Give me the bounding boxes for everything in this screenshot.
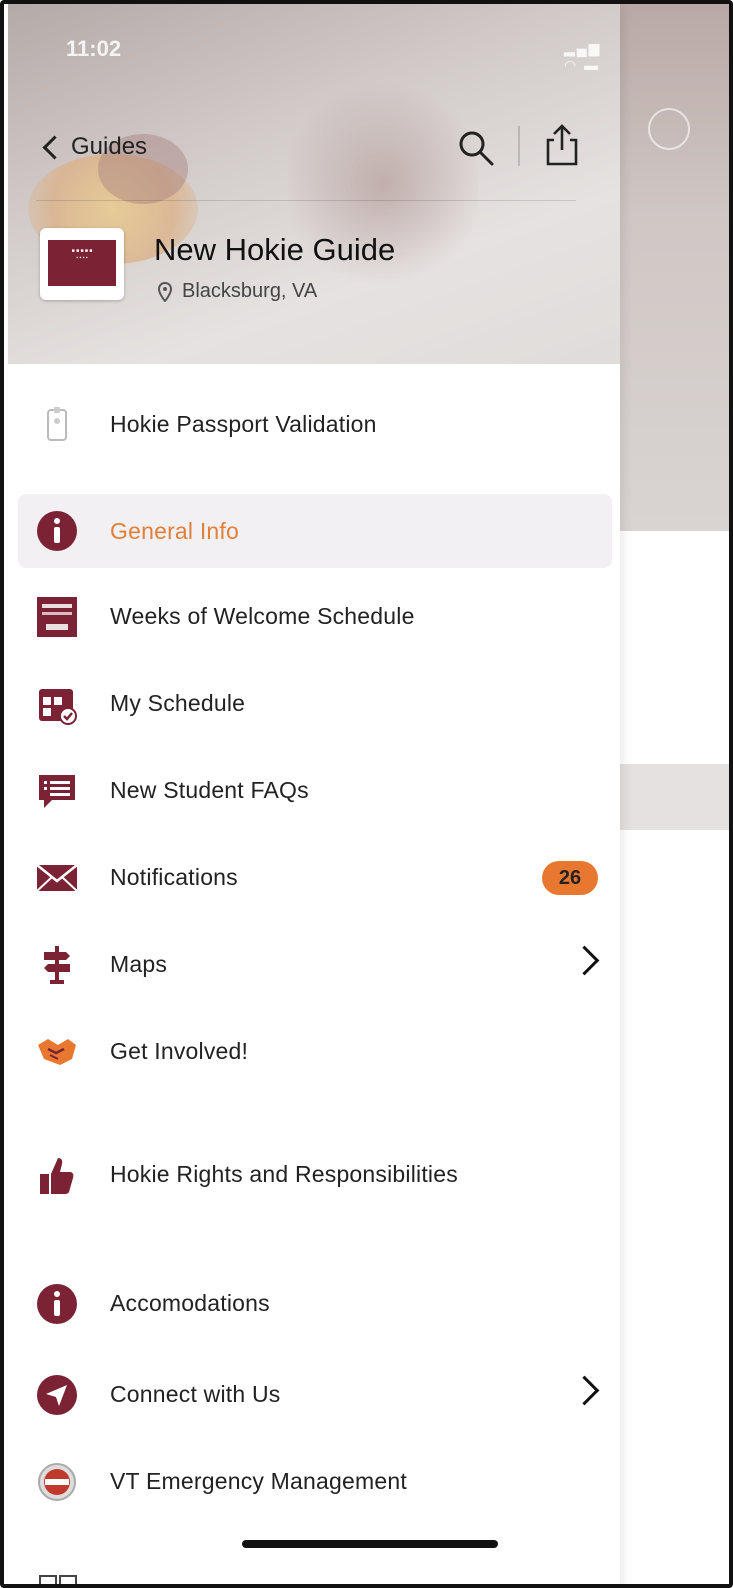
schedule-poster-icon [37, 597, 77, 637]
search-icon[interactable] [456, 128, 496, 168]
background-hero-image [620, 4, 729, 531]
menu-item-accomodations[interactable]: Accomodations [18, 1271, 612, 1335]
menu-item-label: General Info [110, 517, 239, 544]
menu-item-label: Connect with Us [110, 1380, 281, 1407]
menu-item-label: Maps [110, 950, 168, 977]
status-time: 11:02 [66, 36, 122, 61]
menu-item-label: Accomodations [110, 1289, 270, 1316]
menu-item-label: Notifications [110, 863, 238, 890]
menu-item-my-schedule[interactable]: My Schedule [18, 671, 612, 735]
back-button[interactable]: Guides [40, 130, 147, 164]
menu-item-weeks-of-welcome[interactable]: Weeks of Welcome Schedule [18, 584, 612, 648]
menu-item-vt-emergency[interactable]: VT Emergency Management [18, 1449, 612, 1513]
guide-logo: ■ ■ ■ ■ ■ ▪ ▪ ▪ ▪ [40, 228, 124, 300]
home-indicator[interactable] [242, 1540, 498, 1548]
menu-item-label: Hokie Rights and Responsibilities [110, 1160, 458, 1187]
info-icon [37, 511, 77, 551]
handshake-icon [38, 1039, 76, 1065]
guide-title: New Hokie Guide [154, 232, 396, 267]
back-label: Guides [71, 133, 148, 160]
share-icon[interactable] [542, 122, 582, 168]
phone-frame: 11:02 ▂▄▆ ◠ ▬ Guides ■ ■ ■ ■ ■ ▪ ▪ ▪ ▪ Ne… [0, 0, 733, 1588]
status-icons: ▂▄▆ ◠ ▬ [564, 40, 602, 73]
side-drawer: 11:02 ▂▄▆ ◠ ▬ Guides ■ ■ ■ ■ ■ ▪ ▪ ▪ ▪ Ne… [8, 4, 620, 1584]
menu-item-label: My Schedule [110, 689, 246, 716]
emergency-badge-icon [38, 1463, 76, 1501]
menu-item-label: New Student FAQs [110, 776, 309, 803]
location-pin-icon [158, 281, 172, 302]
menu-item-hokie-passport[interactable]: Hokie Passport Validation [18, 392, 612, 456]
menu-item-general-info[interactable]: General Info [18, 494, 612, 568]
grid-icon [39, 1575, 77, 1584]
thumbs-up-icon [40, 1158, 74, 1194]
guide-location: Blacksburg, VA [158, 280, 317, 303]
menu-item-label: Hokie Passport Validation [110, 410, 377, 437]
toolbar-divider [518, 126, 520, 166]
id-badge-icon [47, 407, 67, 441]
signpost-icon [44, 946, 70, 984]
menu-item-notifications[interactable]: Notifications 26 [18, 845, 612, 909]
menu-item-hokie-rights[interactable]: Hokie Rights and Responsibilities [18, 1142, 612, 1206]
drawer-header: 11:02 ▂▄▆ ◠ ▬ Guides ■ ■ ■ ■ ■ ▪ ▪ ▪ ▪ Ne… [8, 4, 620, 364]
background-strip [620, 764, 729, 830]
menu-item-maps[interactable]: Maps [18, 932, 612, 996]
chevron-right-icon [569, 1375, 600, 1406]
menu-item-label: VT Emergency Management [110, 1467, 407, 1494]
navigation-arrow-icon [37, 1375, 77, 1415]
chat-list-icon [39, 775, 75, 808]
chevron-left-icon [42, 134, 67, 160]
notification-count-badge: 26 [542, 861, 598, 895]
menu-item-label: Weeks of Welcome Schedule [110, 602, 415, 629]
chevron-right-icon [569, 945, 600, 976]
menu-item-label: Get Involved! [110, 1037, 249, 1064]
menu-item-get-involved[interactable]: Get Involved! [18, 1019, 612, 1083]
header-divider [36, 200, 576, 201]
envelope-icon [36, 864, 78, 892]
location-text: Blacksburg, VA [182, 280, 318, 302]
background-app [620, 4, 729, 1584]
calendar-check-icon [39, 689, 77, 725]
menu-item-connect-with-us[interactable]: Connect with Us [18, 1362, 612, 1426]
profile-icon [648, 108, 690, 150]
info-icon [37, 1284, 77, 1324]
menu-item-faqs[interactable]: New Student FAQs [18, 758, 612, 822]
